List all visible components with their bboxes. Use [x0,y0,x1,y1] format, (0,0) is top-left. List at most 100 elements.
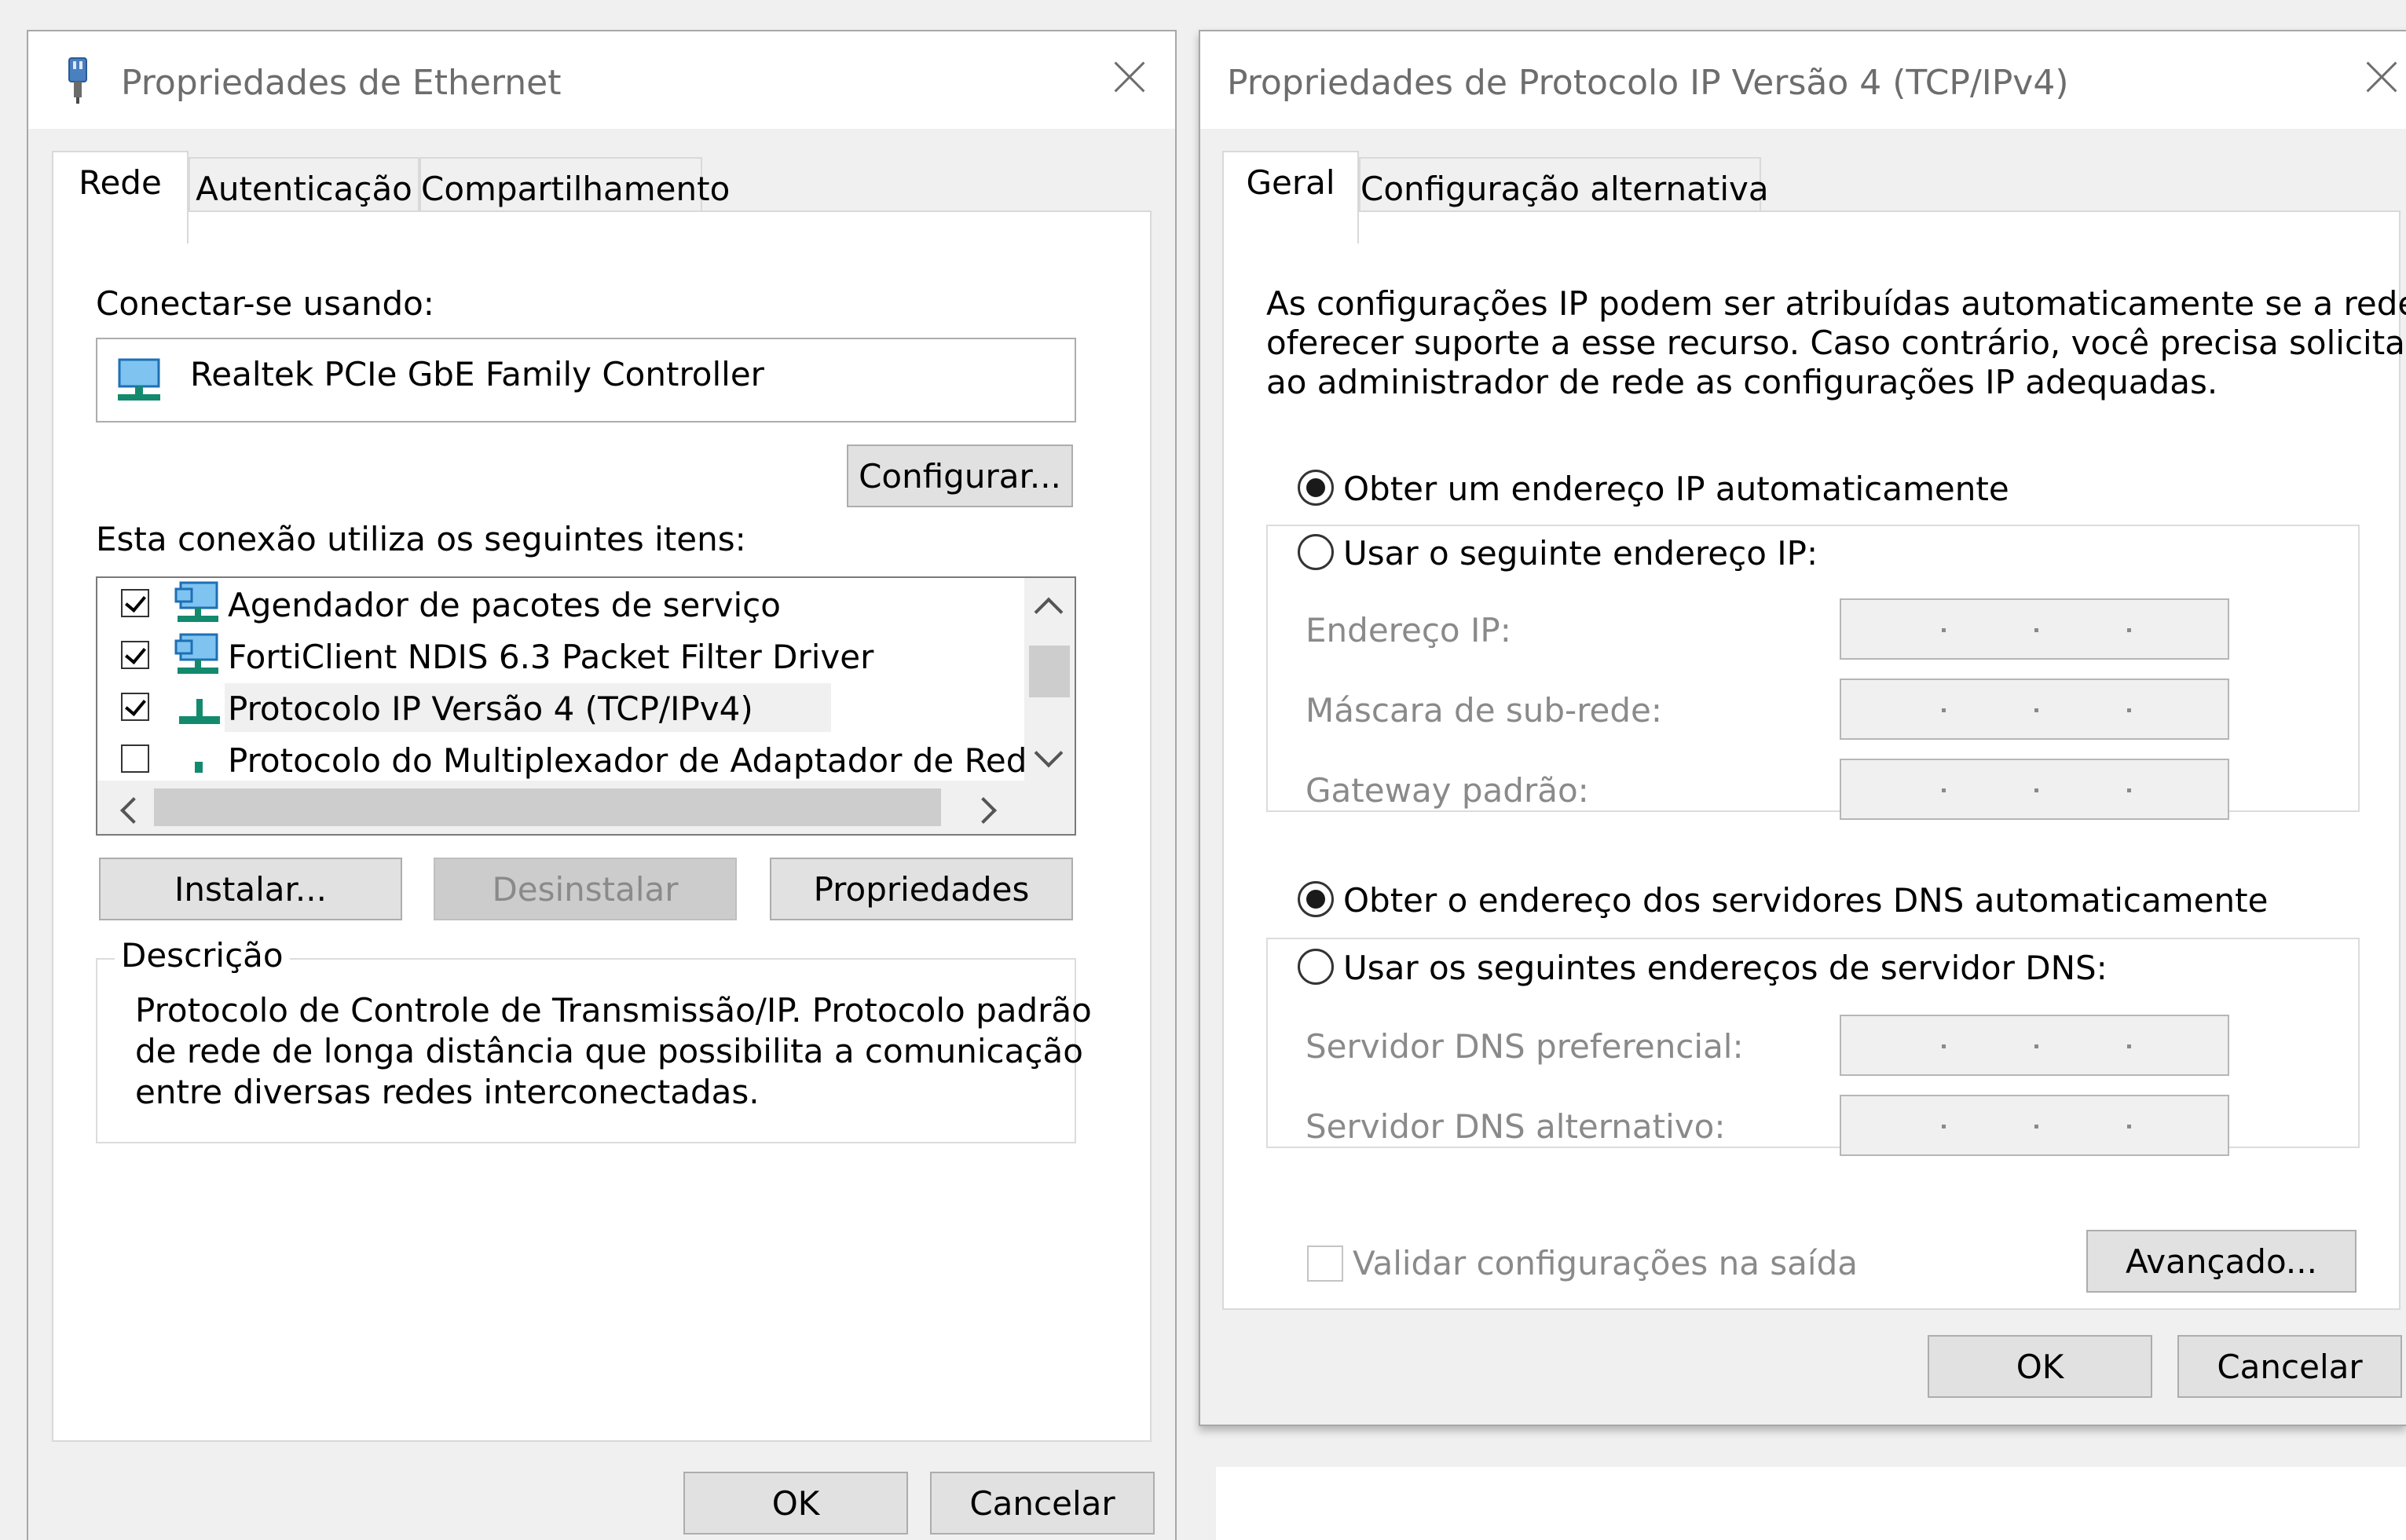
ethernet-properties-window: Propriedades de Ethernet Rede Autenticaç… [27,30,1177,1540]
desktop-background [1216,1467,2406,1540]
item-label: Protocolo IP Versão 4 (TCP/IPv4) [228,690,753,728]
connect-using-label: Conectar-se usando: [96,284,434,323]
install-button[interactable]: Instalar... [99,858,402,920]
tab-geral[interactable]: Geral [1222,151,1359,243]
list-item[interactable]: Protocolo do Multiplexador de Adaptador … [97,733,1024,785]
tab-label: Compartilhamento [421,170,731,208]
scroll-down-icon[interactable] [1034,738,1064,768]
ip-dot [1942,708,1946,712]
dns-preferred-field[interactable] [1840,1015,2229,1076]
close-icon[interactable] [2366,61,2397,93]
tab-label: Autenticação [196,170,412,208]
ip-manual-label[interactable]: Usar o seguinte endereço IP: [1337,534,1825,572]
tab-label: Configuração alternativa [1360,170,1769,208]
description-line: entre diversas redes interconectadas. [135,1073,760,1111]
item-checkbox[interactable] [121,693,149,721]
ip-dot [2034,1125,2038,1128]
ip-address-label: Endereço IP: [1306,611,1511,649]
ip-address-field[interactable] [1840,598,2229,660]
horizontal-scrollbar[interactable] [97,781,1024,834]
protocol-icon [195,762,203,773]
ip-auto-radio[interactable] [1298,470,1334,506]
description-line: de rede de longa distância que possibili… [135,1032,1083,1070]
ip-dot [2127,788,2131,792]
uninstall-button[interactable]: Desinstalar [434,858,737,920]
ip-dot [2127,708,2131,712]
close-icon[interactable] [1114,61,1145,93]
advanced-button[interactable]: Avançado... [2086,1230,2357,1293]
scroll-thumb[interactable] [154,788,941,826]
description-line: Protocolo de Controle de Transmissão/IP.… [135,991,1092,1030]
ethernet-icon [68,57,87,104]
info-line: ao administrador de rede as configuraçõe… [1266,363,2218,401]
scroll-thumb[interactable] [1029,646,1070,697]
ok-button[interactable]: OK [683,1472,908,1535]
network-service-icon [174,581,218,622]
scroll-right-icon[interactable] [970,797,997,824]
scroll-corner [1024,781,1075,834]
adapter-box: Realtek PCIe GbE Family Controller [96,338,1076,422]
properties-button[interactable]: Propriedades [770,858,1073,920]
dns-alternate-field[interactable] [1840,1095,2229,1156]
tab-rede[interactable]: Rede [52,151,189,243]
ok-button[interactable]: OK [1928,1335,2152,1398]
list-item[interactable]: FortiClient NDIS 6.3 Packet Filter Drive… [97,630,1024,682]
item-checkbox[interactable] [121,641,149,669]
components-list[interactable]: Agendador de pacotes de serviço FortiCli… [96,576,1076,836]
ip-dot [1942,1125,1946,1128]
item-checkbox[interactable] [121,589,149,617]
dns-manual-label[interactable]: Usar os seguintes endereços de servidor … [1337,949,2114,987]
ip-dot [1942,1044,1946,1048]
dns-preferred-label: Servidor DNS preferencial: [1306,1027,1744,1066]
tab-label: Geral [1246,163,1335,202]
network-adapter-icon [118,358,160,401]
ip-manual-radio[interactable] [1298,534,1334,570]
title-bar[interactable]: Propriedades de Protocolo IP Versão 4 (T… [1200,31,2406,129]
ip-dot [2034,628,2038,632]
ip-dot [2034,1044,2038,1048]
window-title: Propriedades de Ethernet [121,63,562,103]
tab-label: Rede [79,163,162,202]
subnet-label: Máscara de sub-rede: [1306,691,1663,730]
list-item[interactable]: Protocolo IP Versão 4 (TCP/IPv4) [97,682,1024,733]
tab-panel: As configurações IP podem ser atribuídas… [1222,210,2406,1310]
cancel-button[interactable]: Cancelar [930,1472,1155,1535]
dns-auto-label[interactable]: Obter o endereço dos servidores DNS auto… [1343,881,2268,920]
dns-manual-radio[interactable] [1298,949,1334,985]
info-line: As configurações IP podem ser atribuídas… [1266,284,2406,323]
list-item[interactable]: Agendador de pacotes de serviço [97,578,1024,630]
subnet-field[interactable] [1840,679,2229,740]
ip-dot [2034,788,2038,792]
ip-dot [1942,628,1946,632]
dns-alternate-label: Servidor DNS alternativo: [1306,1107,1726,1146]
configure-button[interactable]: Configurar... [847,444,1073,507]
protocol-icon [179,699,220,724]
network-service-icon [174,633,218,674]
item-label: FortiClient NDIS 6.3 Packet Filter Drive… [228,638,874,676]
ip-dot [2034,708,2038,712]
validate-label[interactable]: Validar configurações na saída [1353,1244,1858,1282]
ip-auto-label[interactable]: Obter um endereço IP automaticamente [1343,470,2009,508]
ipv4-properties-window: Propriedades de Protocolo IP Versão 4 (T… [1199,30,2406,1426]
item-label: Agendador de pacotes de serviço [228,586,781,624]
tab-panel: Conectar-se usando: Realtek PCIe GbE Fam… [52,210,1152,1442]
ip-dot [2127,628,2131,632]
ip-dot [2127,1044,2131,1048]
item-checkbox[interactable] [121,744,149,773]
adapter-name: Realtek PCIe GbE Family Controller [190,355,764,393]
validate-checkbox[interactable] [1307,1246,1343,1282]
description-legend: Descrição [115,936,290,975]
description-group: Descrição Protocolo de Controle de Trans… [96,936,1092,1143]
cancel-button[interactable]: Cancelar [2177,1335,2402,1398]
gateway-field[interactable] [1840,759,2229,820]
title-bar[interactable]: Propriedades de Ethernet [28,31,1175,129]
scroll-left-icon[interactable] [120,797,147,824]
ip-dot [2127,1125,2131,1128]
dns-auto-radio[interactable] [1298,881,1334,917]
scroll-up-icon[interactable] [1034,597,1064,627]
item-label: Protocolo do Multiplexador de Adaptador … [228,741,1024,780]
vertical-scrollbar[interactable] [1024,578,1075,781]
items-label: Esta conexão utiliza os seguintes itens: [96,520,746,558]
gateway-label: Gateway padrão: [1306,771,1589,810]
window-title: Propriedades de Protocolo IP Versão 4 (T… [1227,63,2069,103]
